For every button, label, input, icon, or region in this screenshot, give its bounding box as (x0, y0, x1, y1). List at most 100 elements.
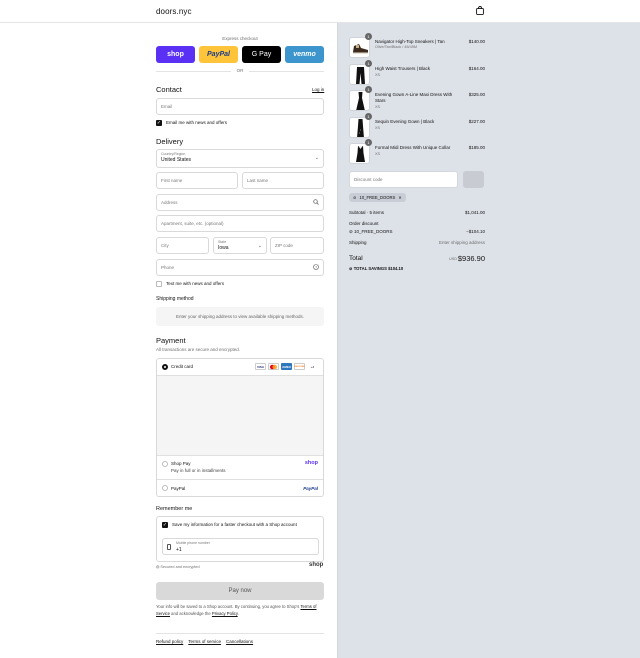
quantity-badge: 1 (365, 113, 372, 120)
paypal-option[interactable]: PayPal PayPal (157, 480, 323, 496)
country-value: United States (161, 157, 192, 163)
item-variant: XS (375, 73, 381, 77)
pay-now-button[interactable]: Pay now (156, 582, 324, 600)
text-news-checkbox-row[interactable]: Text me with news and offers (156, 280, 224, 287)
express-checkout-label: Express checkout (222, 36, 258, 41)
search-icon (313, 199, 319, 205)
login-link[interactable]: Log in (312, 87, 324, 92)
discount-amount: −$104.10 (466, 229, 485, 234)
credit-card-radio[interactable] (162, 364, 168, 370)
first-name-placeholder: First name (161, 178, 183, 183)
privacy-policy-link[interactable]: Privacy Policy (212, 611, 238, 616)
more-cards-badge: +4 (310, 364, 315, 369)
address-field[interactable]: Address (156, 194, 324, 211)
fineprint-text: Your info will be saved to a Shop accoun… (156, 604, 300, 609)
help-icon[interactable]: ? (313, 264, 319, 270)
discount-code-input[interactable]: Discount code (349, 171, 458, 188)
subtotal-value: $1,041.00 (464, 210, 485, 215)
state-label: State (218, 240, 227, 244)
tag-icon: ⊘ (349, 266, 353, 271)
svg-text:?: ? (315, 265, 317, 269)
footer-links: Refund policy Terms of service Cancellat… (156, 639, 253, 644)
payment-subtext: All transactions are secure and encrypte… (156, 347, 241, 352)
discount-tag: ⊘ 10_FREE_DOORS ✕ (349, 193, 406, 202)
product-thumbnail (349, 64, 370, 85)
credit-card-label: Credit card (171, 364, 194, 369)
product-thumbnail (349, 90, 370, 111)
apartment-field[interactable]: Apartment, suite, etc. (optional) (156, 215, 324, 232)
total-value: $936.90 (457, 254, 485, 263)
quantity-badge: 1 (365, 86, 372, 93)
line-item: 1 High Waist Trousers | Black XS $164.00 (349, 60, 485, 86)
quantity-badge: 1 (365, 33, 372, 40)
email-news-checkbox-row[interactable]: ✓ Email me with news and offers (156, 119, 227, 126)
visa-logo: VISA (255, 363, 266, 370)
terms-of-service-footer-link[interactable]: Terms of service (188, 639, 221, 644)
total-savings-value: $104.10 (388, 266, 404, 271)
save-info-checkbox-row[interactable]: ✓ Save my information for a faster check… (162, 521, 297, 528)
paypal-button[interactable]: PayPal (199, 46, 238, 63)
country-label: Country/Region (161, 152, 186, 156)
refund-policy-link[interactable]: Refund policy (156, 639, 183, 644)
shopping-bag-icon[interactable] (476, 6, 484, 15)
mobile-phone-icon (167, 544, 171, 550)
text-news-label: Text me with news and offers (166, 281, 224, 286)
contact-heading: Contact (156, 85, 182, 94)
email-field[interactable]: Email (156, 98, 324, 115)
shop-pay-label: Shop Pay (171, 461, 191, 466)
chevron-down-icon: ⌄ (314, 155, 319, 161)
remove-discount-icon[interactable]: ✕ (398, 193, 402, 202)
chevron-down-icon: ⌄ (257, 243, 262, 249)
delivery-heading: Delivery (156, 137, 184, 146)
item-variant: XS (375, 152, 381, 156)
save-info-label: Save my information for a faster checkou… (172, 522, 297, 527)
top-header: doors.nyc (0, 0, 640, 23)
payment-methods: Credit card VISA AMEX DISCOVER +4 Shop P… (156, 358, 324, 497)
country-select[interactable]: Country/Region United States ⌄ (156, 149, 324, 168)
store-logo[interactable]: doors.nyc (156, 7, 192, 16)
item-price: $140.00 (468, 39, 485, 44)
city-field[interactable]: City (156, 237, 209, 254)
or-label: OR (236, 68, 244, 73)
shop-pay-button[interactable]: shop (156, 46, 195, 63)
email-news-checkbox[interactable]: ✓ (156, 119, 162, 126)
mobile-phone-field[interactable]: Mobile phone number +1 (162, 538, 319, 555)
shipping-method-heading: Shipping method (156, 296, 194, 302)
line-item: 1 Formal Midi Dress With Unique Collar X… (349, 139, 485, 165)
secure-label: Secured and encrypted (160, 565, 200, 569)
paypal-label: PayPal (171, 486, 186, 491)
venmo-button[interactable]: venmo (285, 46, 324, 63)
address-placeholder: Address (161, 200, 178, 205)
item-variant: Olive/Tan/Black / 46/45M (375, 45, 417, 49)
item-variant: XS (375, 105, 381, 109)
subtotal-label: Subtotal · 5 items (349, 210, 385, 215)
quantity-badge: 1 (365, 60, 372, 67)
line-item: 1 Evening Gown A-Line Maxi Dress With St… (349, 86, 485, 112)
shipping-value: Enter shipping address (438, 240, 485, 245)
credit-card-option[interactable]: Credit card VISA AMEX DISCOVER +4 (157, 359, 323, 376)
shop-terms-fineprint: Your info will be saved to a Shop accoun… (156, 604, 324, 617)
phone-placeholder: Phone (161, 265, 175, 270)
google-pay-button[interactable]: G Pay (242, 46, 281, 63)
apply-discount-button[interactable] (463, 171, 484, 188)
shop-pay-radio[interactable] (162, 461, 168, 467)
currency-code: USD (449, 257, 458, 261)
last-name-field[interactable]: Last name (242, 172, 324, 189)
tag-icon: ⊘ (349, 229, 353, 234)
first-name-field[interactable]: First name (156, 172, 238, 189)
state-select[interactable]: State Iowa ⌄ (213, 237, 267, 254)
zip-field[interactable]: ZIP code (270, 237, 324, 254)
discount-tag-label: 10_FREE_DOORS (359, 195, 396, 200)
mobile-phone-label: Mobile phone number (176, 541, 210, 545)
cancellations-link[interactable]: Cancellations (226, 639, 253, 644)
save-info-checkbox[interactable]: ✓ (162, 521, 168, 528)
item-price: $164.00 (468, 66, 485, 71)
fineprint-period: . (237, 610, 239, 616)
text-news-checkbox[interactable] (156, 280, 162, 287)
shop-pay-option[interactable]: Shop Pay Pay in full or in installments … (157, 456, 323, 480)
subtotal-row: Subtotal · 5 items $1,041.00 (349, 210, 485, 215)
phone-field[interactable]: Phone ? (156, 259, 324, 276)
item-name: Evening Gown A-Line Maxi Dress With Star… (375, 92, 453, 103)
item-name: High Waist Trousers | Black (375, 66, 431, 71)
paypal-radio[interactable] (162, 485, 168, 491)
